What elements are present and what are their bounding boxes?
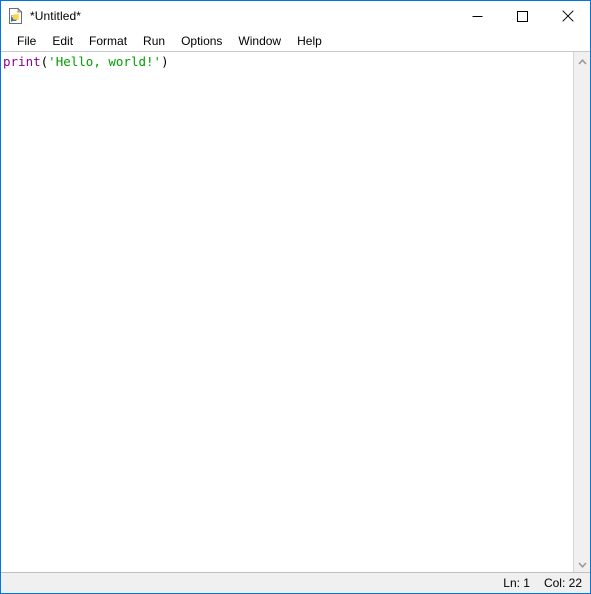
chevron-up-icon	[577, 52, 587, 70]
menu-item-window[interactable]: Window	[230, 33, 289, 50]
close-icon	[561, 10, 574, 22]
code-token-builtin: print	[3, 54, 41, 69]
editor-region: print('Hello, world!')	[1, 52, 590, 572]
menu-item-edit[interactable]: Edit	[44, 33, 81, 50]
code-token-string: 'Hello, world!'	[48, 54, 162, 69]
close-button[interactable]	[545, 1, 590, 31]
scrollbar-track[interactable]	[574, 69, 590, 555]
menu-item-format[interactable]: Format	[81, 33, 135, 50]
status-line-indicator: Ln: 1	[503, 576, 530, 590]
menu-item-run[interactable]: Run	[135, 33, 173, 50]
title-bar[interactable]: *Untitled*	[1, 1, 590, 31]
chevron-down-icon	[577, 555, 587, 573]
code-token-close-paren: )	[161, 54, 169, 69]
window-title: *Untitled*	[30, 9, 82, 23]
code-text-area[interactable]: print('Hello, world!')	[1, 52, 573, 572]
maximize-icon	[517, 10, 528, 22]
vertical-scrollbar[interactable]	[573, 52, 590, 572]
status-column-indicator: Col: 22	[543, 576, 582, 590]
status-bar: Ln: 1 Col: 22	[1, 572, 590, 593]
menu-item-help[interactable]: Help	[289, 33, 330, 50]
scroll-up-button[interactable]	[574, 52, 591, 69]
idle-editor-window: *Untitled* File Edit Format Run Options …	[0, 0, 591, 594]
menu-item-file[interactable]: File	[9, 33, 44, 50]
menu-item-options[interactable]: Options	[173, 33, 230, 50]
code-line-1: print('Hello, world!')	[3, 54, 573, 70]
minimize-button[interactable]	[455, 1, 500, 31]
python-file-icon	[6, 6, 26, 26]
minimize-icon	[472, 11, 483, 22]
maximize-button[interactable]	[500, 1, 545, 31]
menu-bar: File Edit Format Run Options Window Help	[1, 31, 590, 52]
window-controls	[455, 1, 590, 31]
scroll-down-button[interactable]	[574, 555, 591, 572]
